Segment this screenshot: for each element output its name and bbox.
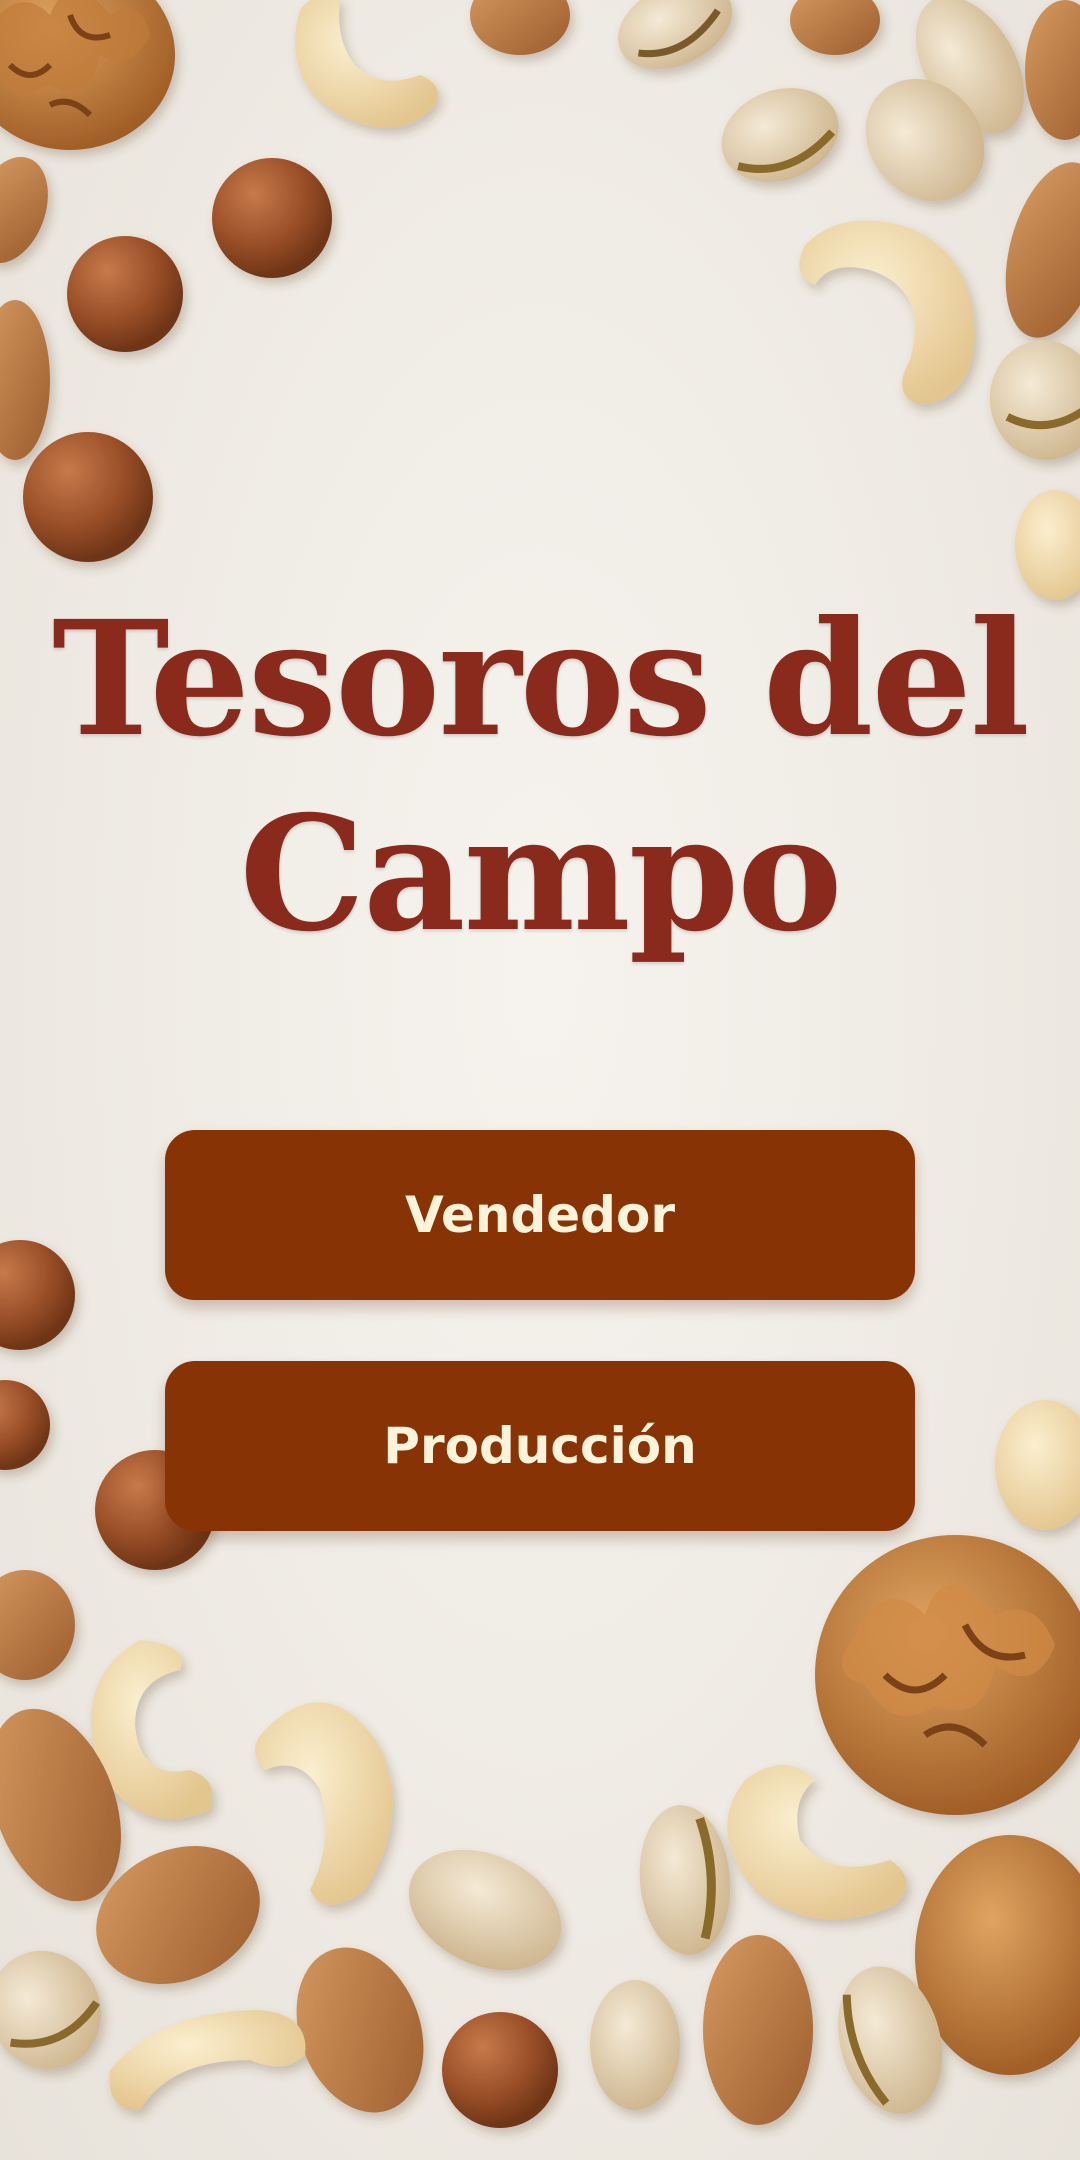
app-title-line-2: Campo	[239, 782, 842, 967]
vendedor-button-label: Vendedor	[405, 1186, 675, 1244]
app-title-line-1: Tesoros del	[52, 587, 1030, 772]
produccion-button-label: Producción	[383, 1417, 697, 1475]
vendedor-button[interactable]: Vendedor	[165, 1130, 915, 1300]
splash-screen: Tesoros del Campo Vendedor Producción	[0, 0, 1080, 2160]
produccion-button[interactable]: Producción	[165, 1361, 915, 1531]
walnut-image	[0, 0, 175, 150]
cashew-image	[295, 0, 438, 128]
nuts-background-image	[0, 0, 1080, 2128]
